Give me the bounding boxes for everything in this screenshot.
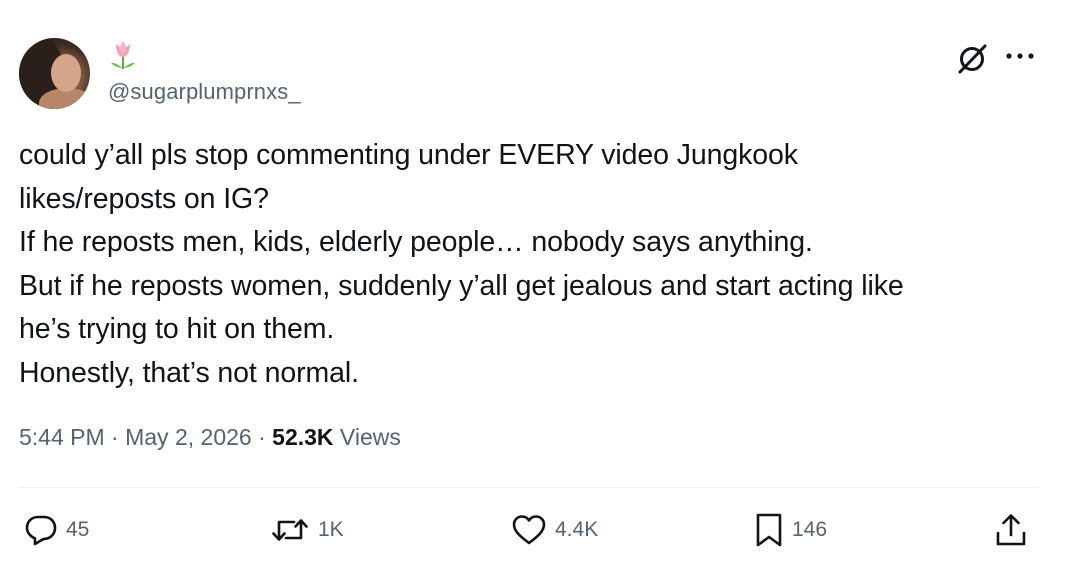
tweet-line: If he reposts men, kids, elderly people……	[19, 226, 813, 258]
divider	[19, 487, 1039, 488]
reply-count: 45	[66, 518, 90, 541]
meta-separator: ·	[258, 424, 266, 450]
tweet-line: likes/reposts on IG?	[19, 182, 269, 215]
avatar[interactable]	[19, 38, 90, 109]
tweet-meta: 5:44 PM · May 2, 2026 · 52.3K Views	[19, 424, 401, 451]
author-handle[interactable]: @sugarplumprnxs_	[108, 79, 301, 105]
tweet: @sugarplumprnxs_ could y’all pls stop co…	[0, 0, 1068, 580]
bookmark-button[interactable]: 146	[754, 510, 827, 550]
tweet-line: Honestly, that’s not normal.	[19, 356, 359, 389]
grok-icon[interactable]	[955, 42, 989, 76]
more-icon[interactable]	[1004, 50, 1036, 62]
repost-icon	[272, 519, 308, 541]
tulip-icon	[111, 41, 135, 69]
tweet-time[interactable]: 5:44 PM	[19, 424, 105, 450]
tweet-text: could y’all pls stop commenting under EV…	[19, 134, 1029, 395]
tweet-line: could y’all pls stop commenting under EV…	[19, 139, 798, 171]
meta-separator: ·	[111, 424, 119, 450]
tweet-date[interactable]: May 2, 2026	[125, 424, 252, 450]
share-icon	[996, 514, 1026, 546]
repost-count: 1K	[318, 518, 344, 541]
repost-button[interactable]: 1K	[270, 510, 344, 550]
views-label: Views	[339, 424, 401, 450]
like-count: 4.4K	[555, 518, 599, 541]
bookmark-count: 146	[792, 518, 828, 541]
bookmark-icon	[756, 513, 782, 547]
reply-icon	[25, 515, 57, 546]
tweet-line: But if he reposts women, suddenly y’all …	[19, 269, 904, 302]
like-button[interactable]: 4.4K	[511, 510, 598, 550]
reply-button[interactable]: 45	[24, 510, 89, 550]
like-icon	[512, 515, 546, 545]
views-count[interactable]: 52.3K	[272, 424, 333, 450]
share-button[interactable]	[994, 510, 1028, 550]
tweet-line: he’s trying to hit on them.	[19, 313, 335, 345]
